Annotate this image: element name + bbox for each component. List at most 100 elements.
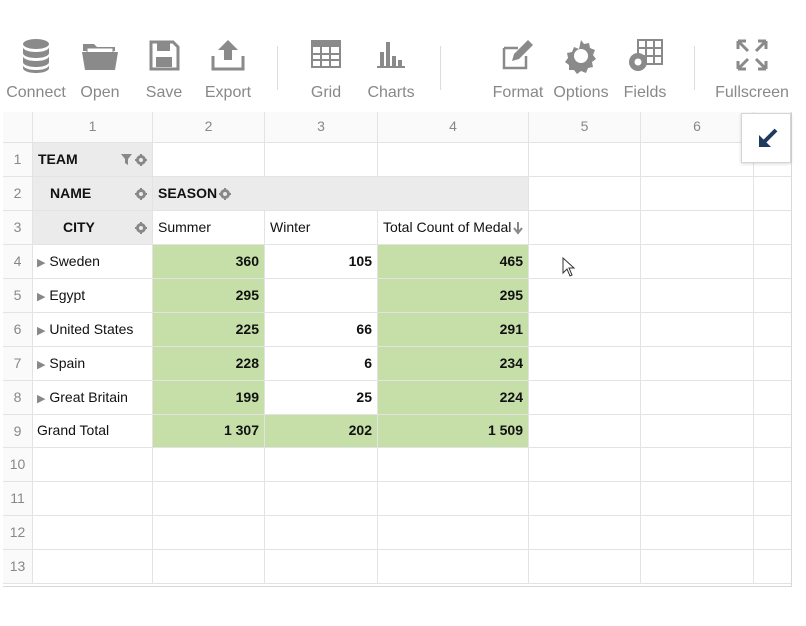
grid-cell[interactable] xyxy=(754,177,791,211)
grid-cell[interactable] xyxy=(529,313,641,347)
column-header[interactable]: 6 xyxy=(641,112,754,143)
grid-cell[interactable] xyxy=(754,516,791,550)
grid-cell[interactable] xyxy=(529,177,641,211)
grid-cell[interactable] xyxy=(754,211,791,245)
grand-total-label[interactable]: Grand Total xyxy=(33,415,153,448)
row-header[interactable]: 9 xyxy=(3,415,33,448)
value-cell[interactable]: 199 xyxy=(153,381,265,415)
value-cell[interactable]: 25 xyxy=(265,381,378,415)
grid-cell[interactable] xyxy=(641,245,754,279)
grand-total-cell[interactable]: 202 xyxy=(265,415,378,448)
row-header[interactable]: 4 xyxy=(3,245,33,279)
grid-cell[interactable] xyxy=(153,143,265,177)
grid-cell[interactable] xyxy=(153,448,265,482)
grid-cell[interactable] xyxy=(529,211,641,245)
grid-cell[interactable] xyxy=(641,279,754,313)
grid-cell[interactable] xyxy=(33,550,153,584)
team-field-header[interactable]: TEAM xyxy=(33,143,153,177)
grid-cell[interactable] xyxy=(529,448,641,482)
grid-cell[interactable] xyxy=(641,516,754,550)
export-button[interactable]: Export xyxy=(202,36,254,106)
grid-cell[interactable] xyxy=(153,482,265,516)
row-header[interactable]: 5 xyxy=(3,279,33,313)
row-header[interactable]: 1 xyxy=(3,143,33,177)
column-header[interactable]: 5 xyxy=(529,112,641,143)
row-header[interactable]: 13 xyxy=(3,550,33,584)
grid-cell[interactable] xyxy=(641,550,754,584)
row-member-sweden[interactable]: ▶ Sweden xyxy=(33,245,153,279)
grid-cell[interactable] xyxy=(641,211,754,245)
grid-button[interactable]: Grid xyxy=(304,36,348,106)
options-button[interactable]: Options xyxy=(552,36,610,106)
grid-cell[interactable] xyxy=(265,482,378,516)
grid-cell[interactable] xyxy=(641,143,754,177)
grid-cell[interactable] xyxy=(153,516,265,550)
grid-cell[interactable] xyxy=(641,347,754,381)
value-cell[interactable]: 465 xyxy=(378,245,529,279)
grid-cell[interactable] xyxy=(529,347,641,381)
grid-cell[interactable] xyxy=(33,482,153,516)
grid-cell[interactable] xyxy=(754,448,791,482)
value-cell[interactable]: 360 xyxy=(153,245,265,279)
column-header[interactable]: 3 xyxy=(265,112,378,143)
grid-cell[interactable] xyxy=(529,279,641,313)
column-header-winter[interactable]: Winter xyxy=(265,211,378,245)
grid-cell[interactable] xyxy=(641,381,754,415)
expand-triangle-icon[interactable]: ▶ xyxy=(37,291,45,303)
grid-cell[interactable] xyxy=(754,313,791,347)
grid-cell[interactable] xyxy=(529,381,641,415)
connect-button[interactable]: Connect xyxy=(4,36,68,106)
value-cell[interactable]: 291 xyxy=(378,313,529,347)
grid-cell[interactable] xyxy=(754,245,791,279)
expand-triangle-icon[interactable]: ▶ xyxy=(37,257,45,269)
grid-cell[interactable] xyxy=(529,550,641,584)
row-header[interactable]: 11 xyxy=(3,482,33,516)
value-cell[interactable]: 105 xyxy=(265,245,378,279)
sort-down-arrow-icon[interactable] xyxy=(513,222,523,235)
expand-triangle-icon[interactable]: ▶ xyxy=(37,393,45,405)
grid-cell[interactable] xyxy=(641,448,754,482)
gear-icon[interactable] xyxy=(135,154,147,166)
gear-icon[interactable] xyxy=(219,188,231,200)
open-button[interactable]: Open xyxy=(78,36,122,106)
expand-triangle-icon[interactable]: ▶ xyxy=(37,325,45,337)
grid-cell[interactable] xyxy=(265,516,378,550)
gear-icon[interactable] xyxy=(135,188,147,200)
grid-cell[interactable] xyxy=(265,143,378,177)
column-header[interactable]: 1 xyxy=(33,112,153,143)
column-header[interactable]: 4 xyxy=(378,112,529,143)
value-cell[interactable] xyxy=(265,279,378,313)
grid-cell[interactable] xyxy=(378,482,529,516)
season-field-header[interactable]: SEASON xyxy=(153,177,529,211)
value-cell[interactable]: 228 xyxy=(153,347,265,381)
format-button[interactable]: Format xyxy=(490,36,546,106)
value-cell[interactable]: 295 xyxy=(153,279,265,313)
grid-cell[interactable] xyxy=(529,415,641,448)
city-field-header[interactable]: CITY xyxy=(33,211,153,245)
row-header[interactable]: 3 xyxy=(3,211,33,245)
column-header[interactable]: 2 xyxy=(153,112,265,143)
row-member-united-states[interactable]: ▶ United States xyxy=(33,313,153,347)
grid-cell[interactable] xyxy=(33,448,153,482)
filter-icon[interactable] xyxy=(121,154,132,165)
value-cell[interactable]: 295 xyxy=(378,279,529,313)
row-header[interactable]: 6 xyxy=(3,313,33,347)
row-header[interactable]: 2 xyxy=(3,177,33,211)
value-cell[interactable]: 234 xyxy=(378,347,529,381)
row-header[interactable]: 10 xyxy=(3,448,33,482)
collapse-panel-button[interactable] xyxy=(741,113,791,163)
grid-cell[interactable] xyxy=(529,143,641,177)
row-header[interactable]: 12 xyxy=(3,516,33,550)
grid-cell[interactable] xyxy=(529,516,641,550)
row-member-spain[interactable]: ▶ Spain xyxy=(33,347,153,381)
value-cell[interactable]: 6 xyxy=(265,347,378,381)
row-header[interactable]: 8 xyxy=(3,381,33,415)
grid-cell[interactable] xyxy=(754,482,791,516)
grid-cell[interactable] xyxy=(641,177,754,211)
value-cell[interactable]: 224 xyxy=(378,381,529,415)
name-field-header[interactable]: NAME xyxy=(33,177,153,211)
expand-triangle-icon[interactable]: ▶ xyxy=(37,359,45,371)
charts-button[interactable]: Charts xyxy=(364,36,418,106)
grid-cell[interactable] xyxy=(754,347,791,381)
value-cell[interactable]: 66 xyxy=(265,313,378,347)
